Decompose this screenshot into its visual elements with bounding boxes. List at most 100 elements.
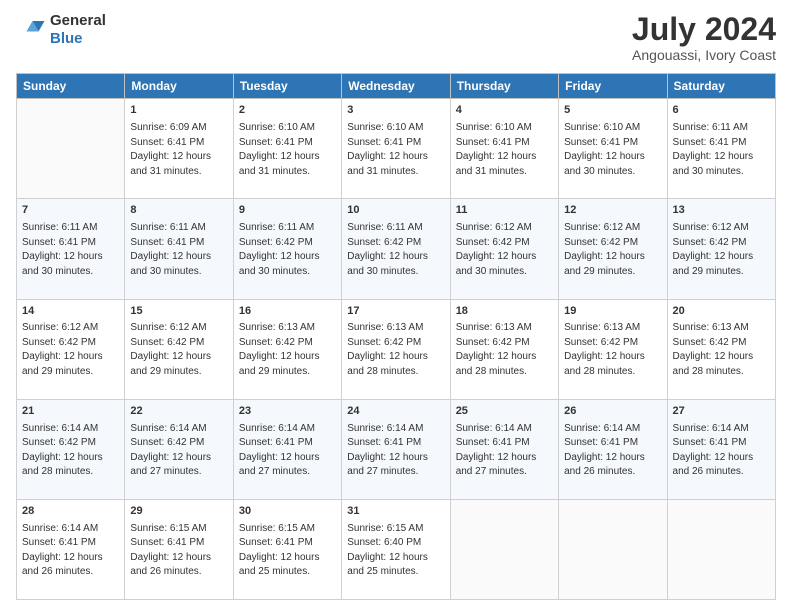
calendar-cell: 19Sunrise: 6:13 AMSunset: 6:42 PMDayligh…: [559, 299, 667, 399]
sunrise: Sunrise: 6:11 AM: [347, 222, 422, 233]
day-number: 23: [239, 404, 336, 420]
sunrise: Sunrise: 6:14 AM: [456, 423, 532, 434]
day-number: 11: [456, 203, 553, 219]
sunset: Sunset: 6:42 PM: [673, 337, 747, 348]
daylight: Daylight: 12 hours and 30 minutes.: [239, 251, 320, 277]
daylight: Daylight: 12 hours and 27 minutes.: [239, 452, 320, 478]
calendar-cell: 23 Sunrise: 6:14 AM Sunset: 6:41 PM Dayligh…: [233, 399, 341, 499]
day-number: 21: [22, 404, 119, 420]
daylight: Daylight: 12 hours and 28 minutes.: [456, 351, 537, 377]
daylight: Daylight: 12 hours and 29 minutes.: [130, 351, 211, 377]
calendar-cell: 21Sunrise: 6:14 AMSunset: 6:42 PMDayligh…: [17, 399, 125, 499]
sunrise: Sunrise: 6:13 AM: [239, 322, 315, 333]
weekday-header: Wednesday: [342, 74, 450, 99]
sunset: Sunset: 6:42 PM: [456, 337, 530, 348]
calendar-cell: 20Sunrise: 6:13 AMSunset: 6:42 PMDayligh…: [667, 299, 775, 399]
sunset: Sunset: 6:42 PM: [456, 237, 530, 248]
sunrise: Sunrise: 6:14 AM: [22, 423, 98, 434]
day-number: 2: [239, 103, 336, 119]
calendar-cell: 9Sunrise: 6:11 AMSunset: 6:42 PMDaylight…: [233, 199, 341, 299]
sunset: Sunset: 6:41 PM: [673, 437, 747, 448]
sunrise: Sunrise: 6:12 AM: [673, 222, 749, 233]
daylight: Daylight: 12 hours and 30 minutes.: [673, 151, 754, 177]
day-number: 25: [456, 404, 553, 420]
calendar-cell: 28Sunrise: 6:14 AMSunset: 6:41 PMDayligh…: [17, 499, 125, 599]
calendar-cell: 1Sunrise: 6:09 AMSunset: 6:41 PMDaylight…: [125, 99, 233, 199]
sunset: Sunset: 6:42 PM: [564, 237, 638, 248]
calendar-cell: 5Sunrise: 6:10 AMSunset: 6:41 PMDaylight…: [559, 99, 667, 199]
day-number: 26: [564, 404, 661, 420]
day-number: 16: [239, 304, 336, 320]
calendar-cell: 10Sunrise: 6:11 AMSunset: 6:42 PMDayligh…: [342, 199, 450, 299]
sunrise: Sunrise: 6:14 AM: [239, 423, 315, 434]
day-number: 6: [673, 103, 770, 119]
sunrise: Sunrise: 6:12 AM: [22, 322, 98, 333]
calendar-week-row: 28Sunrise: 6:14 AMSunset: 6:41 PMDayligh…: [17, 499, 776, 599]
sunrise: Sunrise: 6:12 AM: [456, 222, 532, 233]
sunset: Sunset: 6:41 PM: [239, 437, 313, 448]
sunrise: Sunrise: 6:15 AM: [347, 523, 423, 534]
day-number: 13: [673, 203, 770, 219]
month-title: July 2024: [632, 12, 776, 47]
calendar-cell: 26Sunrise: 6:14 AMSunset: 6:41 PMDayligh…: [559, 399, 667, 499]
sunrise: Sunrise: 6:11 AM: [673, 122, 748, 133]
daylight: Daylight: 12 hours and 29 minutes.: [22, 351, 103, 377]
day-number: 9: [239, 203, 336, 219]
day-number: 10: [347, 203, 444, 219]
daylight: Daylight: 12 hours and 31 minutes.: [130, 151, 211, 177]
sunset: Sunset: 6:42 PM: [22, 337, 96, 348]
daylight: Daylight: 12 hours and 30 minutes.: [456, 251, 537, 277]
day-number: 4: [456, 103, 553, 119]
sunset: Sunset: 6:42 PM: [239, 237, 313, 248]
day-number: 30: [239, 504, 336, 520]
sunset: Sunset: 6:41 PM: [673, 137, 747, 148]
sunrise: Sunrise: 6:11 AM: [22, 222, 97, 233]
calendar-cell: 31Sunrise: 6:15 AMSunset: 6:40 PMDayligh…: [342, 499, 450, 599]
sunset: Sunset: 6:41 PM: [564, 437, 638, 448]
day-number: 14: [22, 304, 119, 320]
daylight: Daylight: 12 hours and 31 minutes.: [456, 151, 537, 177]
location: Angouassi, Ivory Coast: [632, 47, 776, 63]
sunset: Sunset: 6:41 PM: [347, 137, 421, 148]
page: General Blue July 2024 Angouassi, Ivory …: [0, 0, 792, 612]
sunrise: Sunrise: 6:10 AM: [564, 122, 640, 133]
calendar-cell: 18Sunrise: 6:13 AMSunset: 6:42 PMDayligh…: [450, 299, 558, 399]
calendar-cell: 2Sunrise: 6:10 AMSunset: 6:41 PMDaylight…: [233, 99, 341, 199]
day-number: 31: [347, 504, 444, 520]
weekday-header: Monday: [125, 74, 233, 99]
sunrise: Sunrise: 6:11 AM: [130, 222, 205, 233]
daylight: Daylight: 12 hours and 27 minutes.: [130, 452, 211, 478]
sunrise: Sunrise: 6:14 AM: [130, 423, 206, 434]
sunset: Sunset: 6:41 PM: [456, 437, 530, 448]
logo: General Blue: [16, 12, 106, 48]
sunrise: Sunrise: 6:14 AM: [347, 423, 423, 434]
calendar-cell: 14 Sunrise: 6:12 AM Sunset: 6:42 PM Dayligh…: [17, 299, 125, 399]
sunset: Sunset: 6:41 PM: [22, 537, 96, 548]
calendar-cell: 24Sunrise: 6:14 AMSunset: 6:41 PMDayligh…: [342, 399, 450, 499]
sunrise: Sunrise: 6:13 AM: [347, 322, 423, 333]
sunrise: Sunrise: 6:14 AM: [673, 423, 749, 434]
day-number: 28: [22, 504, 119, 520]
calendar-week-row: 14 Sunrise: 6:12 AM Sunset: 6:42 PM Dayligh…: [17, 299, 776, 399]
sunset: Sunset: 6:41 PM: [347, 437, 421, 448]
day-number: 29: [130, 504, 227, 520]
weekday-header-row: SundayMondayTuesdayWednesdayThursdayFrid…: [17, 74, 776, 99]
sunset: Sunset: 6:41 PM: [564, 137, 638, 148]
daylight: Daylight: 12 hours and 26 minutes.: [564, 452, 645, 478]
calendar-cell: [559, 499, 667, 599]
calendar-week-row: 21Sunrise: 6:14 AMSunset: 6:42 PMDayligh…: [17, 399, 776, 499]
weekday-header: Thursday: [450, 74, 558, 99]
day-number: 12: [564, 203, 661, 219]
day-number: 18: [456, 304, 553, 320]
sunrise: Sunrise: 6:13 AM: [564, 322, 640, 333]
calendar-cell: 16Sunrise: 6:13 AMSunset: 6:42 PMDayligh…: [233, 299, 341, 399]
logo-text: General Blue: [50, 12, 106, 48]
daylight: Daylight: 12 hours and 29 minutes.: [564, 251, 645, 277]
calendar-cell: 11 Sunrise: 6:12 AM Sunset: 6:42 PM Dayligh…: [450, 199, 558, 299]
day-number: 19: [564, 304, 661, 320]
calendar-cell: 13Sunrise: 6:12 AMSunset: 6:42 PMDayligh…: [667, 199, 775, 299]
day-number: 7: [22, 203, 119, 219]
sunset: Sunset: 6:40 PM: [347, 537, 421, 548]
sunrise: Sunrise: 6:12 AM: [564, 222, 640, 233]
calendar-cell: 8Sunrise: 6:11 AMSunset: 6:41 PMDaylight…: [125, 199, 233, 299]
